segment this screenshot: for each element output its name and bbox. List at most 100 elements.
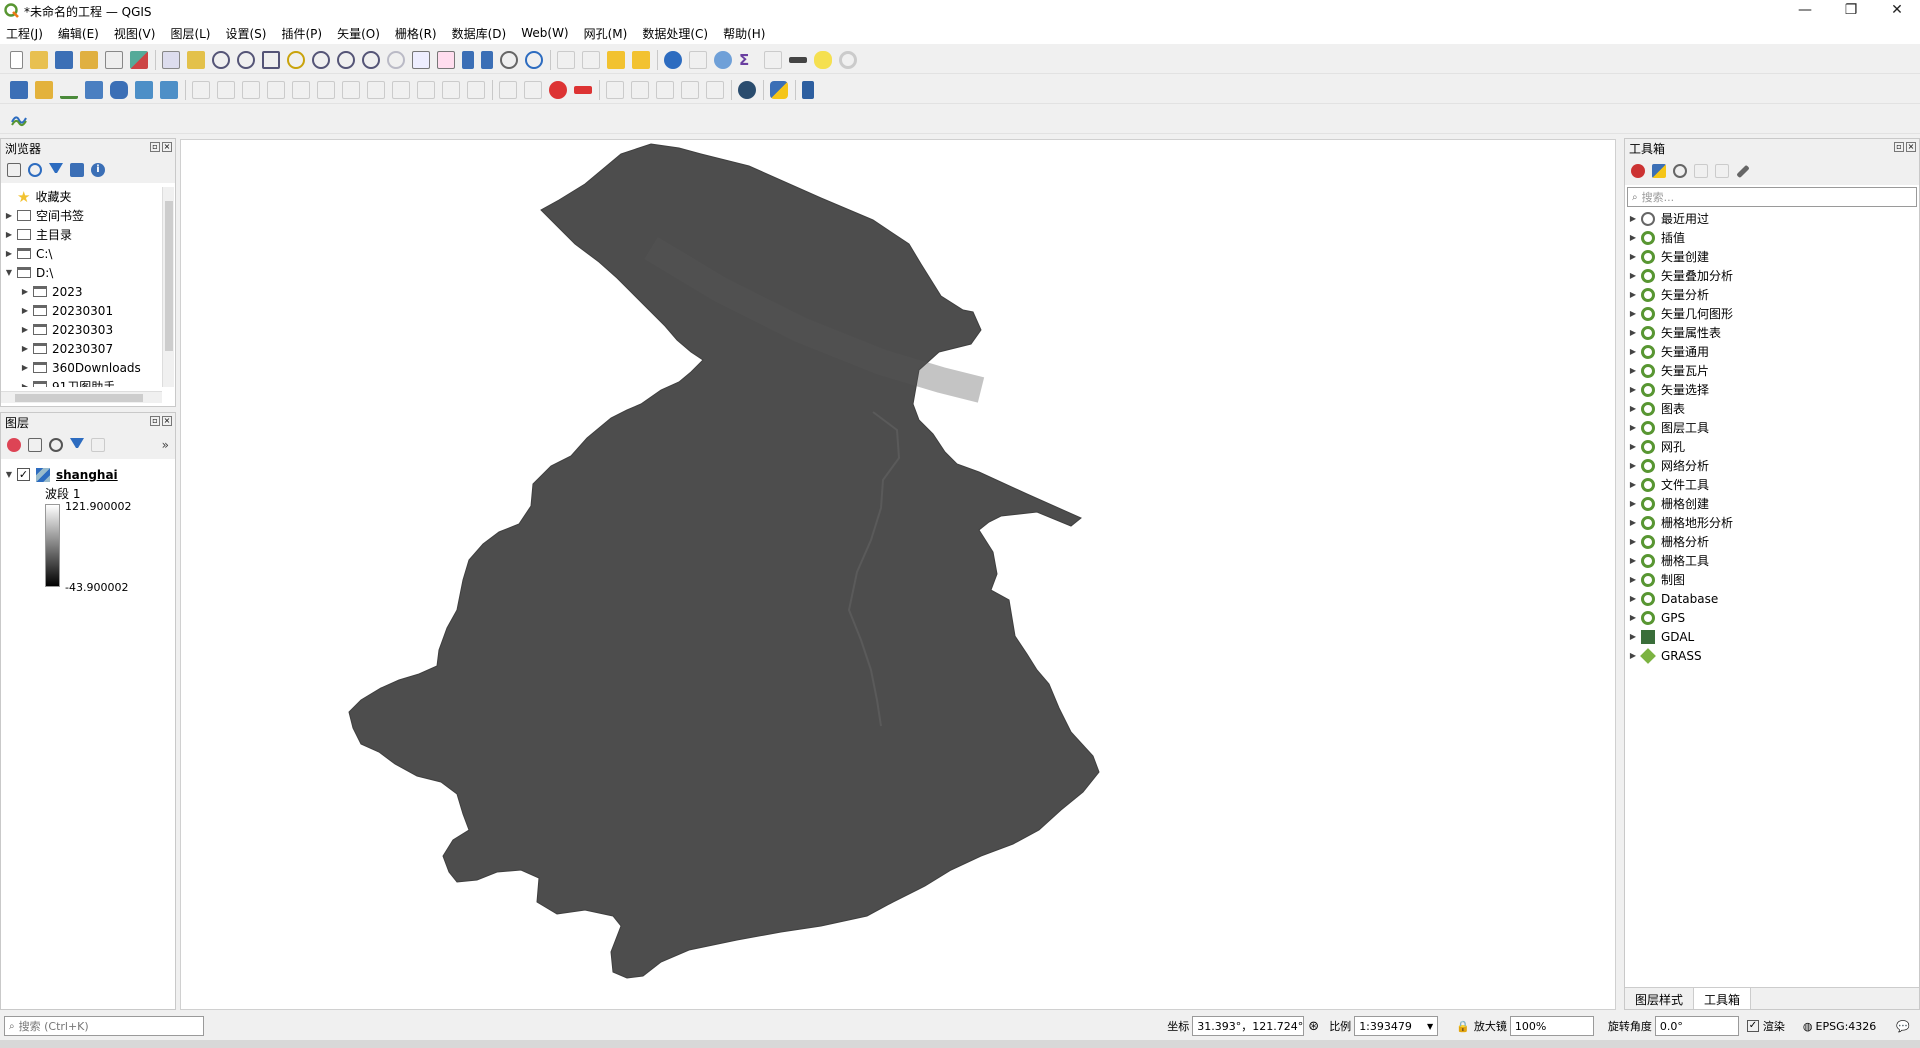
label-highlight-icon[interactable] <box>549 80 567 99</box>
expand-arrow[interactable]: ▶ <box>1629 214 1637 223</box>
toolbox-item[interactable]: ▶ 矢量几何图形 <box>1629 304 1733 323</box>
expand-arrow[interactable]: ▶ <box>1629 347 1637 356</box>
zoom-to-layer-icon[interactable] <box>312 50 330 69</box>
layer-item-shanghai[interactable]: ▼ ✓ shanghai <box>5 465 118 484</box>
menu-vector[interactable]: 矢量(O) <box>337 25 380 42</box>
attribute-table-icon[interactable] <box>689 50 707 69</box>
close-panel-icon[interactable]: × <box>1906 142 1916 152</box>
collapse-arrow[interactable]: ▼ <box>5 268 13 277</box>
processing-toolbox-icon[interactable] <box>714 50 732 69</box>
expand-arrow[interactable]: ▶ <box>1629 518 1637 527</box>
zoom-in-icon[interactable] <box>212 50 230 69</box>
annotation-icon[interactable] <box>814 50 832 69</box>
refresh-icon[interactable] <box>525 50 543 69</box>
layer-visibility-checkbox[interactable]: ✓ <box>17 468 30 481</box>
expand-arrow[interactable]: ▶ <box>1629 537 1637 546</box>
toggle-editing-icon[interactable] <box>217 80 235 99</box>
expand-arrow[interactable]: ▶ <box>1629 366 1637 375</box>
deselect-icon[interactable] <box>607 50 625 69</box>
chevron-down-icon[interactable]: ▼ <box>1427 1022 1437 1031</box>
filter-icon[interactable] <box>49 163 63 177</box>
pin-labels-icon[interactable] <box>524 80 542 99</box>
close-panel-icon[interactable]: × <box>162 416 172 426</box>
statistics-sigma-icon[interactable]: Σ <box>739 51 757 69</box>
expand-arrow[interactable]: ▶ <box>1629 290 1637 299</box>
new-project-icon[interactable] <box>10 50 23 69</box>
new-map-view-icon[interactable] <box>412 50 430 69</box>
float-panel-icon[interactable]: ▫ <box>1894 142 1904 152</box>
expand-arrow[interactable]: ▶ <box>1629 252 1637 261</box>
cut-features-icon[interactable] <box>367 80 385 99</box>
new-geopackage-icon[interactable] <box>35 80 53 99</box>
tree-item-c-drive[interactable]: ▶ C:\ <box>5 244 53 263</box>
toolbox-item[interactable]: ▶ 栅格分析 <box>1629 532 1709 551</box>
map-canvas[interactable] <box>180 139 1616 1010</box>
settings-gear-icon[interactable] <box>839 50 857 69</box>
menu-processing[interactable]: 数据处理(C) <box>642 25 708 42</box>
messages-icon[interactable]: 💬 <box>1896 1020 1910 1033</box>
new-bookmark-icon[interactable] <box>462 50 474 69</box>
expand-arrow[interactable]: ▶ <box>1629 556 1637 565</box>
help-book-icon[interactable] <box>802 80 814 99</box>
expand-arrow[interactable]: ▶ <box>5 249 13 258</box>
tree-item-bookmarks[interactable]: ▶ 空间书签 <box>5 206 84 225</box>
tree-item-d-drive[interactable]: ▼ D:\ <box>5 263 53 282</box>
tree-item-favorites[interactable]: ★ 收藏夹 <box>5 187 71 206</box>
toolbox-item[interactable]: ▶ 矢量叠加分析 <box>1629 266 1733 285</box>
expand-arrow[interactable]: ▶ <box>1629 233 1637 242</box>
filter-legend-icon[interactable] <box>70 438 84 452</box>
expand-arrow[interactable]: ▶ <box>1629 651 1637 660</box>
pan-map-icon[interactable] <box>162 50 180 69</box>
scrollbar-thumb[interactable] <box>165 201 173 351</box>
zoom-native-icon[interactable] <box>337 50 355 69</box>
menu-help[interactable]: 帮助(H) <box>723 25 765 42</box>
toolbox-item[interactable]: ▶ 栅格工具 <box>1629 551 1709 570</box>
data-source-manager-icon[interactable] <box>10 80 28 99</box>
toolbox-item[interactable]: ▶ 插值 <box>1629 228 1685 247</box>
crs-button[interactable]: EPSG:4326 <box>1816 1020 1877 1033</box>
browser-horizontal-scrollbar[interactable] <box>1 391 162 403</box>
zoom-out-icon[interactable] <box>237 50 255 69</box>
models-icon[interactable] <box>1631 164 1645 178</box>
select-by-value-icon[interactable] <box>582 50 600 69</box>
expand-arrow[interactable]: ▶ <box>1629 423 1637 432</box>
expand-arrow[interactable]: ▶ <box>1629 632 1637 641</box>
copy-features-icon[interactable] <box>392 80 410 99</box>
expand-arrow[interactable]: ▶ <box>1629 461 1637 470</box>
expand-arrow[interactable]: ▶ <box>1629 309 1637 318</box>
select-location-icon[interactable] <box>632 50 650 69</box>
print-layout-icon[interactable] <box>105 50 123 69</box>
toolbox-item[interactable]: ▶ 矢量通用 <box>1629 342 1709 361</box>
float-panel-icon[interactable]: ▫ <box>150 142 160 152</box>
menu-database[interactable]: 数据库(D) <box>452 25 507 42</box>
info-icon[interactable]: i <box>91 163 105 177</box>
add-raster-icon[interactable] <box>85 80 103 99</box>
expand-arrow[interactable]: ▶ <box>1629 328 1637 337</box>
toolbox-item[interactable]: ▶ Database <box>1629 589 1718 608</box>
expand-arrow[interactable]: ▶ <box>5 230 13 239</box>
toolbox-item[interactable]: ▶ 图表 <box>1629 399 1685 418</box>
modify-attributes-icon[interactable] <box>317 80 335 99</box>
expand-arrow[interactable]: ▶ <box>1629 499 1637 508</box>
digitizing-curve-icon[interactable] <box>10 111 28 129</box>
zoom-last-icon[interactable] <box>362 50 380 69</box>
add-wfs-icon[interactable] <box>160 80 178 99</box>
save-edits-icon[interactable] <box>242 80 260 99</box>
tree-item-folder[interactable]: ▶ 360Downloads <box>21 358 141 377</box>
toolbox-item[interactable]: ▶ 矢量选择 <box>1629 380 1709 399</box>
edit-features-in-place-icon[interactable] <box>1715 164 1729 178</box>
rotation-spinbox[interactable]: 0.0° <box>1654 1016 1739 1036</box>
toolbox-item[interactable]: ▶ 图层工具 <box>1629 418 1709 437</box>
expand-arrow[interactable]: ▶ <box>1629 404 1637 413</box>
toolbox-item[interactable]: ▶ 网络分析 <box>1629 456 1709 475</box>
tree-item-folder[interactable]: ▶ 20230307 <box>21 339 113 358</box>
coordinate-field[interactable]: 31.393°，121.724° <box>1192 1016 1305 1036</box>
decorations-icon[interactable] <box>789 56 807 63</box>
toolbox-item[interactable]: ▶ 矢量瓦片 <box>1629 361 1709 380</box>
locator-search-field[interactable]: ⌕ 搜索 (Ctrl+K) <box>4 1016 204 1036</box>
collapse-all-icon[interactable] <box>70 163 84 177</box>
toolbox-item[interactable]: ▶ 文件工具 <box>1629 475 1709 494</box>
more-chevron-icon[interactable]: » <box>162 438 169 452</box>
scrollbar-thumb[interactable] <box>15 394 143 402</box>
options-wrench-icon[interactable] <box>1736 164 1750 178</box>
